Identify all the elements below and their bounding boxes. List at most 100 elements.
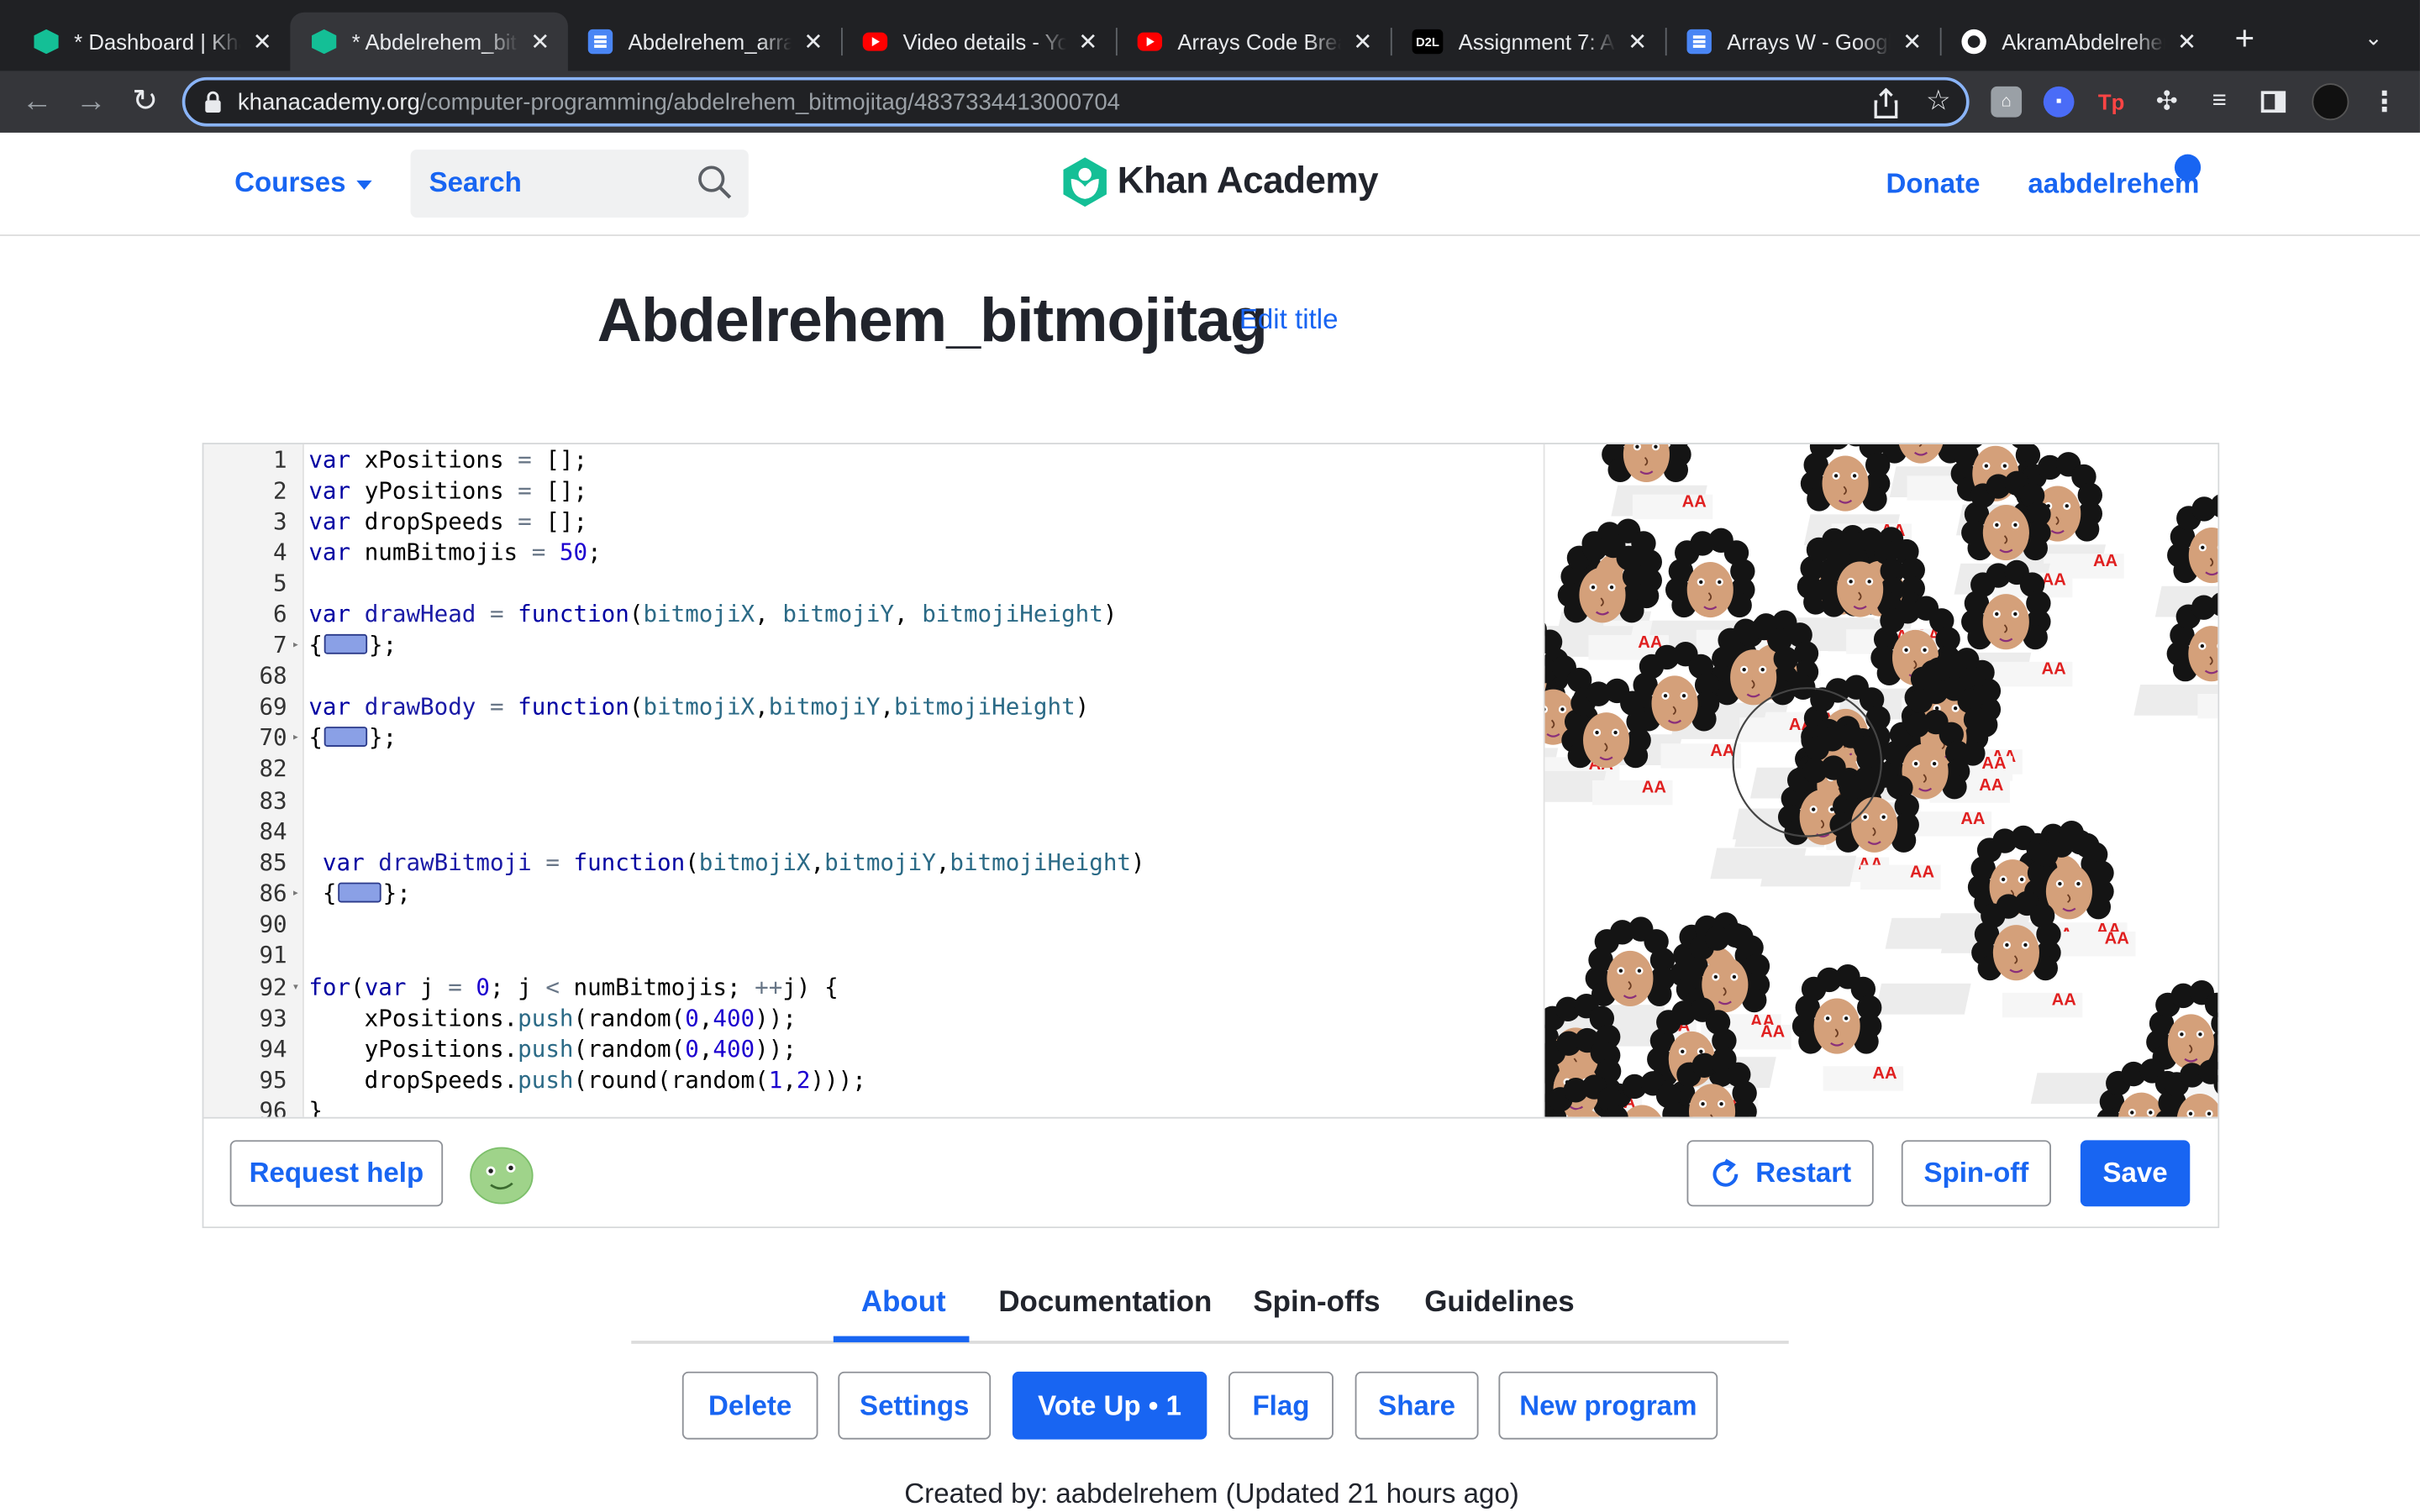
close-icon[interactable]: ✕	[250, 28, 275, 55]
page-title: Abdelrehem_bitmojitag	[597, 286, 1268, 355]
delete-button[interactable]: Delete	[681, 1371, 818, 1440]
line-number: 6	[273, 600, 287, 628]
line-number: 82	[259, 754, 287, 783]
code-line: {};	[308, 631, 397, 659]
fold-arrow-icon[interactable]: ▸	[292, 722, 299, 753]
created-by-text: Created by: aabdelrehem (Updated 21 hour…	[904, 1478, 1519, 1509]
folded-code-marker[interactable]	[338, 882, 381, 903]
tab-label: Arrays W - Googl	[1727, 29, 1891, 55]
code-area[interactable]: var xPositions = []; var yPositions = []…	[308, 444, 1543, 1117]
close-icon[interactable]: ✕	[801, 28, 825, 55]
donate-link[interactable]: Donate	[1886, 168, 1980, 201]
user-menu[interactable]: aabdelrehem	[2028, 168, 2199, 201]
browser-tab-dashboard[interactable]: * Dashboard | Kha ✕	[13, 13, 291, 71]
browser-tab-strip: * Dashboard | Kha ✕ * Abdelrehem_bit ✕ A…	[0, 0, 2420, 71]
side-panel-icon[interactable]	[2258, 87, 2289, 118]
line-number: 69	[259, 692, 287, 721]
close-icon[interactable]: ✕	[528, 28, 552, 55]
line-number-gutter: 1 2 3 4 5 6 7 ▸ 68 69 70 ▸ 82 83 84 85 86 ▸ 90 91 92 ▾ 93 94 95 9…	[203, 444, 304, 1117]
browser-tab-arrays-code-break[interactable]: Arrays Code Brea ✕	[1116, 13, 1391, 71]
close-icon[interactable]: ✕	[1076, 28, 1100, 55]
code-line: var xPositions = [];	[308, 445, 588, 474]
close-icon[interactable]: ✕	[1625, 28, 1649, 55]
line-number: 90	[259, 910, 287, 938]
screen: * Dashboard | Kha ✕ * Abdelrehem_bit ✕ A…	[0, 0, 2420, 1512]
line-number: 70 ▸	[259, 723, 300, 752]
new-tab-icon[interactable]: +	[2235, 21, 2255, 55]
close-icon[interactable]: ✕	[1350, 28, 1375, 55]
puzzle-extensions-icon[interactable]: ✣	[2151, 87, 2182, 118]
line-number: 4	[273, 538, 287, 567]
close-icon[interactable]: ✕	[1900, 28, 1924, 55]
reading-list-icon[interactable]: ≡	[2204, 87, 2235, 118]
extension-icon[interactable]: ⌂	[1991, 86, 2023, 118]
bitmoji-label: AA	[2093, 552, 2118, 570]
khan-academy-icon	[34, 29, 59, 55]
notification-dot	[2174, 154, 2202, 181]
spinoff-button[interactable]: Spin-off	[1901, 1140, 2051, 1207]
tab-search-chevron-icon[interactable]: ⌄	[2365, 24, 2383, 50]
tab-label: Assignment 7: Ar	[1458, 29, 1617, 55]
chevron-down-icon	[356, 179, 372, 189]
tab-guidelines[interactable]: Guidelines	[1424, 1287, 1574, 1320]
profile-avatar[interactable]	[2312, 83, 2349, 121]
line-number: 84	[259, 817, 287, 846]
folded-code-marker[interactable]	[324, 633, 368, 654]
search-input[interactable]: Search	[410, 150, 749, 218]
courses-label: Courses	[234, 166, 346, 198]
request-help-button[interactable]: Request help	[229, 1140, 444, 1207]
youtube-icon	[862, 32, 888, 51]
editor-footer: Request help Restart Spin-off Save	[203, 1116, 2218, 1227]
back-arrow-icon[interactable]: ←	[18, 83, 55, 120]
line-number: 3	[273, 507, 287, 536]
tab-about[interactable]: About	[861, 1287, 946, 1320]
tab-spin-offs[interactable]: Spin-offs	[1253, 1287, 1380, 1320]
browser-tab-video-details[interactable]: Video details - Yo ✕	[841, 13, 1116, 71]
settings-button[interactable]: Settings	[838, 1371, 992, 1440]
edit-title-link[interactable]: Edit title	[1239, 304, 1339, 337]
save-button[interactable]: Save	[2080, 1140, 2191, 1207]
url-path: /computer-programming/abdelrehem_bitmoji…	[419, 88, 1121, 115]
forward-arrow-icon[interactable]: →	[72, 83, 109, 120]
browser-tab-arrays-doc[interactable]: Abdelrehem_arra ✕	[566, 13, 841, 71]
new-program-button[interactable]: New program	[1498, 1371, 1718, 1440]
share-button[interactable]: Share	[1355, 1371, 1479, 1440]
vote-up-button[interactable]: Vote Up • 1	[1012, 1371, 1207, 1440]
address-bar[interactable]: khanacademy.org/computer-programming/abd…	[182, 76, 1970, 127]
line-number: 86 ▸	[259, 879, 300, 907]
restart-button[interactable]: Restart	[1686, 1140, 1874, 1207]
tab-documentation[interactable]: Documentation	[998, 1287, 1212, 1320]
share-icon[interactable]	[1870, 87, 1902, 119]
courses-menu[interactable]: Courses	[234, 166, 372, 199]
folded-code-marker[interactable]	[324, 727, 368, 747]
browser-tab-github[interactable]: AkramAbdelrehen ✕	[1940, 13, 2215, 71]
browser-tab-arrays-w[interactable]: Arrays W - Googl ✕	[1665, 13, 1940, 71]
browser-tab-bitmojitag[interactable]: * Abdelrehem_bit ✕	[290, 12, 568, 71]
bitmoji-label: AA	[2052, 991, 2077, 1010]
flag-button[interactable]: Flag	[1228, 1371, 1334, 1440]
extension-doc-icon[interactable]: ▪	[2043, 86, 2075, 118]
more-menu-icon[interactable]: ⋮	[2369, 87, 2400, 118]
close-icon[interactable]: ✕	[2175, 28, 2199, 55]
code-line: var drawBody = function(bitmojiX,bitmoji…	[308, 692, 1090, 721]
khan-academy-logo[interactable]: Khan Academy	[1062, 157, 1379, 207]
google-docs-icon	[1686, 29, 1712, 55]
fold-arrow-icon[interactable]: ▸	[292, 629, 299, 660]
fold-arrow-icon[interactable]: ▸	[292, 878, 299, 909]
reload-icon[interactable]: ↻	[127, 83, 164, 120]
line-number: 92 ▾	[259, 973, 300, 1002]
line-number: 96	[259, 1096, 287, 1117]
bookmark-star-icon[interactable]: ☆	[1923, 85, 1954, 116]
avatar[interactable]	[469, 1143, 534, 1205]
program-output-canvas[interactable]: AAAAAAAAAAAAAAAAAAAAAAAAAAAAAAAAAAAAAAAA…	[1543, 444, 2218, 1117]
code-line: {};	[308, 723, 397, 752]
bitmoji: AA	[1602, 444, 1713, 520]
line-number: 93	[259, 1004, 287, 1032]
browser-tab-assignment-7[interactable]: D2L Assignment 7: Ar ✕	[1391, 13, 1665, 71]
line-number: 94	[259, 1035, 287, 1063]
site-header: Courses Search Khan Academy Donate aabde…	[0, 132, 2420, 237]
code-line: var drawBitmoji = function(bitmojiX,bitm…	[322, 848, 1145, 877]
fold-arrow-icon[interactable]: ▾	[292, 972, 299, 1003]
url-text: khanacademy.org/computer-programming/abd…	[238, 89, 1120, 115]
extension-tp-icon[interactable]: Tp	[2096, 87, 2127, 118]
